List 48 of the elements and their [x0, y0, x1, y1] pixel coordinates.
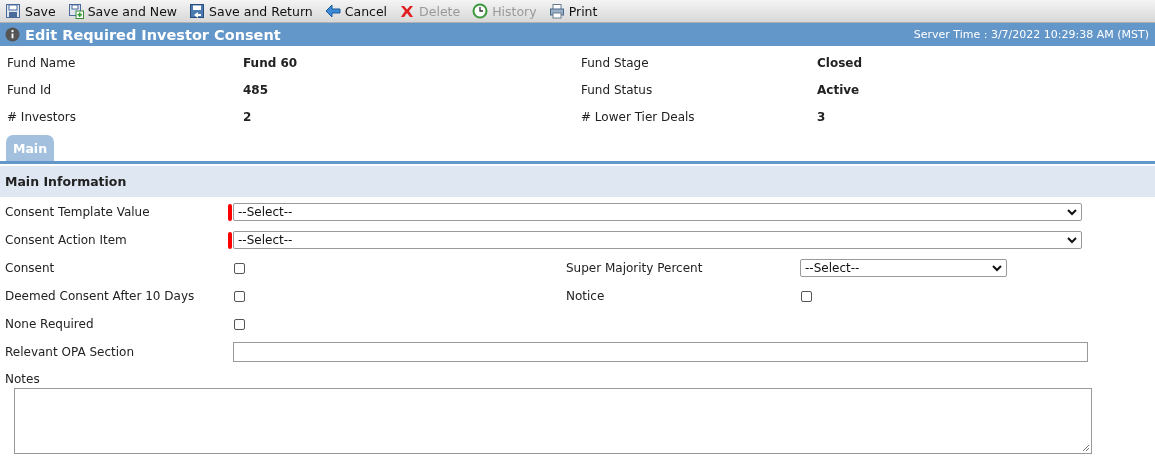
toolbar-button[interactable]: Save and Return — [188, 1, 314, 21]
resize-handle-icon[interactable] — [1082, 444, 1090, 452]
field-label: Consent — [5, 261, 56, 275]
field-label: Fund Name — [7, 55, 77, 70]
field-value: Fund 60 — [243, 55, 299, 70]
page-title: Edit Required Investor Consent — [25, 26, 282, 43]
chevron-down-icon — [1067, 208, 1077, 216]
field-label: None Required — [5, 317, 95, 331]
floppy-plus-icon — [67, 3, 84, 19]
toolbar-button[interactable]: Print — [547, 1, 599, 21]
toolbar-button[interactable]: Save — [4, 1, 57, 21]
field-label: Fund Status — [581, 82, 654, 97]
checkbox[interactable] — [234, 318, 245, 330]
field-label: Consent Action Item — [5, 233, 128, 247]
checkbox[interactable] — [234, 290, 245, 302]
server-time: Server Time : 3/7/2022 10:29:38 AM (MST) — [913, 28, 1149, 41]
left-arrow-icon — [324, 3, 341, 19]
field-label: Notice — [566, 289, 606, 303]
checkbox[interactable] — [234, 262, 245, 274]
printer-icon — [548, 3, 565, 19]
field-label: Consent Template Value — [5, 205, 151, 219]
section-header: Main Information — [0, 166, 1155, 197]
dropdown[interactable]: --Select-- — [233, 231, 1082, 249]
field-label: Fund Stage — [581, 55, 650, 70]
chevron-down-icon — [1067, 236, 1077, 244]
field-label: # Investors — [7, 109, 77, 124]
field-value: 485 — [243, 82, 270, 97]
field-value: 2 — [243, 109, 253, 124]
field-label: Super Majority Percent — [566, 261, 704, 275]
field-value: Active — [817, 82, 861, 97]
field-value: Closed — [817, 55, 864, 70]
info-icon — [5, 27, 20, 42]
field-label: Deemed Consent After 10 Days — [5, 289, 196, 303]
notes-field[interactable] — [14, 388, 1092, 454]
x-icon — [399, 3, 416, 19]
toolbar-button[interactable]: Save and New — [66, 1, 179, 21]
dropdown[interactable]: --Select-- — [800, 259, 1007, 277]
clock-icon — [472, 3, 489, 19]
input-field[interactable] — [233, 342, 1088, 362]
field-label: # Lower Tier Deals — [581, 109, 696, 124]
chevron-down-icon — [992, 264, 1002, 272]
field-value: 3 — [817, 109, 827, 124]
toolbar-button[interactable]: Cancel — [323, 1, 389, 21]
field-label: Notes — [5, 372, 40, 386]
field-label: Fund Id — [7, 82, 53, 97]
dropdown[interactable]: --Select-- — [233, 203, 1082, 221]
field-label: Relevant OPA Section — [5, 345, 135, 359]
checkbox[interactable] — [801, 290, 812, 302]
